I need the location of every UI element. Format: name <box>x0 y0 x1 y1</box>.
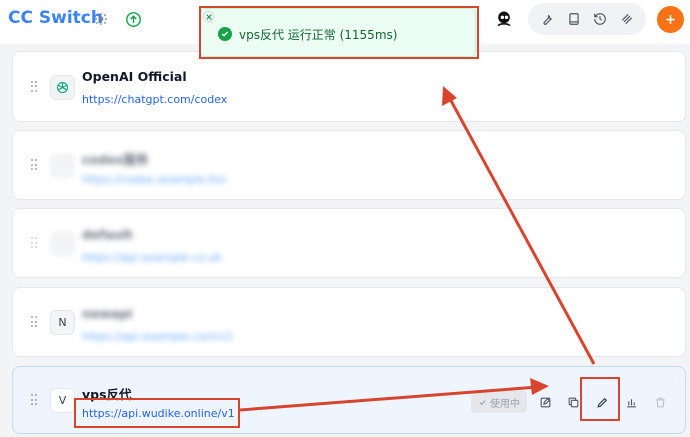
provider-url[interactable]: https://api.example.co.uk <box>82 251 222 264</box>
provider-logo <box>50 231 75 256</box>
drag-handle-icon[interactable] <box>31 237 37 249</box>
provider-logo: V <box>50 388 75 413</box>
in-use-badge: 使用中 <box>471 391 527 413</box>
annotation-box-url <box>74 398 240 428</box>
avatar-icon[interactable] <box>492 7 516 31</box>
annotation-box-toast <box>199 6 479 59</box>
provider-name: newapi <box>82 306 133 321</box>
provider-card-openai[interactable]: OpenAI Official https://chatgpt.com/code… <box>12 51 686 122</box>
add-provider-button[interactable] <box>657 6 684 33</box>
drag-handle-icon[interactable] <box>31 316 37 328</box>
annotation-box-pencil <box>580 377 620 421</box>
history-icon[interactable] <box>590 9 610 29</box>
provider-name: codex服务 <box>82 152 149 167</box>
provider-url[interactable]: https://api.example.com/v1 <box>82 330 233 343</box>
wrench-icon[interactable] <box>537 9 557 29</box>
provider-logo <box>50 153 75 178</box>
provider-logo: N <box>50 310 75 335</box>
provider-url[interactable]: https://codex.example.fun <box>82 173 226 186</box>
provider-card[interactable]: default https://api.example.co.uk <box>12 208 686 278</box>
provider-name: OpenAI Official <box>82 69 187 84</box>
provider-card[interactable]: codex服务 https://codex.example.fun <box>12 130 686 200</box>
provider-card[interactable]: N newapi https://api.example.com/v1 <box>12 287 686 357</box>
book-icon[interactable] <box>564 9 584 29</box>
plus-icon <box>666 15 675 24</box>
usage-stats-icon[interactable] <box>622 393 640 411</box>
provider-url[interactable]: https://chatgpt.com/codex <box>82 93 227 106</box>
drag-handle-icon[interactable] <box>31 394 37 406</box>
mcp-icon[interactable] <box>617 9 637 29</box>
edit-icon[interactable] <box>536 393 554 411</box>
toolbar-group <box>528 3 646 35</box>
drag-handle-icon[interactable] <box>31 159 37 171</box>
check-icon <box>479 399 486 405</box>
in-use-label: 使用中 <box>490 398 520 410</box>
settings-gear-icon[interactable] <box>91 9 111 29</box>
delete-icon[interactable] <box>651 393 669 411</box>
provider-name: default <box>82 227 133 242</box>
openai-logo-icon <box>50 74 75 100</box>
update-arrow-up-icon[interactable] <box>123 9 143 29</box>
app-title: CC Switch <box>8 8 103 28</box>
drag-handle-icon[interactable] <box>31 80 37 93</box>
